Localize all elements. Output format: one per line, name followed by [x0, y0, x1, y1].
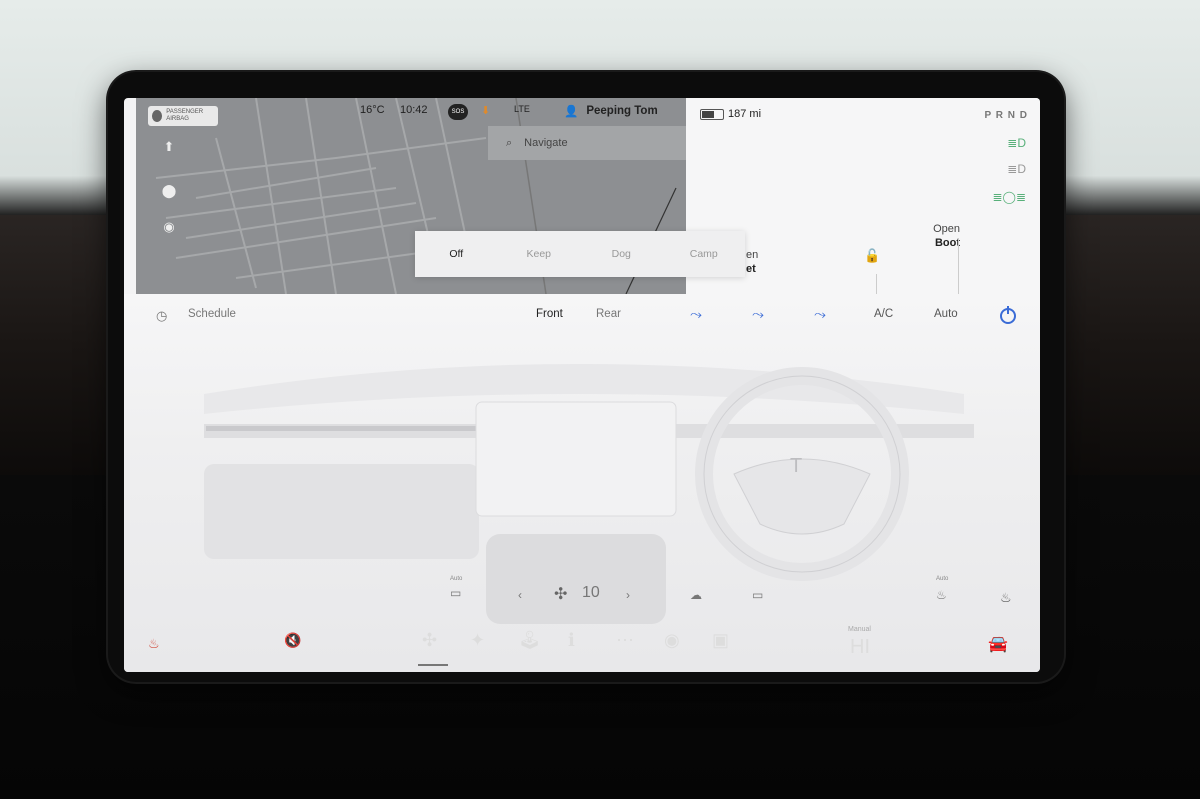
dashcam-app-icon[interactable]: ▣: [712, 630, 729, 651]
open-boot-line1: Open: [933, 223, 960, 235]
airflow-face-feet-icon[interactable]: ⤳: [752, 306, 764, 323]
headlight-icon[interactable]: ≣D: [1007, 136, 1026, 150]
navigate-placeholder: Navigate: [524, 137, 568, 149]
battery-icon: [700, 108, 724, 120]
fan-speed-value: 10: [582, 584, 600, 601]
fan-icon: ✣: [554, 586, 568, 603]
wheel-heat-auto-label: Auto: [936, 576, 949, 582]
signal-indicator: LTE: [514, 104, 530, 114]
temperature-readout: 16°C: [360, 104, 385, 116]
arcade-app-icon[interactable]: 🕹: [518, 630, 541, 651]
bottom-dock: 🔇 ✣ ✦ 🕹 ℹ ⋯ ◉ ▣ Manual HI 🚘: [124, 620, 1040, 680]
clock-icon[interactable]: ◷: [156, 308, 167, 324]
dashboard-left: [0, 215, 125, 475]
front-defrost-icon[interactable]: ☁: [690, 588, 702, 602]
keep-option-keep[interactable]: Keep: [498, 248, 581, 260]
fan-app-icon[interactable]: ✣: [422, 630, 437, 651]
battery-indicator: 187 mi: [700, 108, 761, 120]
map-settings-icon: ◉: [163, 219, 175, 234]
compass-button[interactable]: ⬆: [158, 136, 180, 158]
download-icon[interactable]: ⬇: [481, 104, 490, 117]
map-settings-button[interactable]: ◉: [158, 216, 180, 238]
car-icon[interactable]: 🚘: [988, 634, 1008, 654]
schedule-button[interactable]: Schedule: [188, 308, 236, 320]
touchscreen: PASSENGER AIRBAG ⬆ ⬤ ◉ 16°C 10:42 SOS ⬇ …: [124, 98, 1040, 672]
sos-button[interactable]: SOS: [448, 104, 468, 120]
unlock-icon[interactable]: 🔓: [864, 248, 880, 264]
driver-profile-button[interactable]: 👤 Peeping Tom: [564, 104, 658, 118]
keep-climate-selector: Off Keep Dog Camp: [415, 231, 745, 277]
svg-text:T: T: [790, 455, 802, 477]
climate-mode-label: Manual: [848, 626, 871, 633]
fan-increase-button[interactable]: ›: [626, 588, 630, 602]
passenger-seat-heater-icon[interactable]: ♨: [1000, 590, 1012, 606]
more-apps-icon[interactable]: ⋯: [616, 630, 634, 651]
search-icon: ⌕: [506, 136, 513, 149]
clock: 10:42: [400, 104, 428, 116]
fog-light-icon[interactable]: ≣D: [1007, 162, 1026, 176]
person-icon: 👤: [564, 106, 579, 118]
gear-indicator: P R N D: [984, 110, 1028, 121]
navigation-arrow-icon: ⬆: [163, 139, 175, 154]
ac-button[interactable]: A/C: [874, 308, 893, 320]
airbag-icon: [152, 110, 163, 122]
parking-light-icon[interactable]: ≣◯≣: [992, 190, 1026, 204]
toybox-app-icon[interactable]: ✦: [470, 630, 485, 651]
rear-defrost-icon[interactable]: ▭: [752, 588, 763, 602]
mute-volume-icon[interactable]: 🔇: [284, 632, 301, 649]
car-outline-left: [876, 274, 877, 294]
open-frunk-line2: et: [746, 263, 756, 275]
keep-option-camp[interactable]: Camp: [663, 248, 746, 260]
keep-option-dog[interactable]: Dog: [580, 248, 663, 260]
airflow-face-icon[interactable]: ⤳: [690, 306, 702, 323]
battery-range: 187 mi: [728, 108, 762, 120]
open-boot-line2: Boot: [934, 237, 960, 249]
active-app-indicator: [418, 664, 448, 666]
car-outline-right: [958, 238, 959, 294]
open-frunk-button[interactable]: en et: [746, 248, 758, 276]
fan-decrease-button[interactable]: ‹: [518, 588, 522, 602]
profile-name: Peeping Tom: [586, 105, 658, 117]
manual-app-icon[interactable]: ℹ: [568, 630, 575, 651]
navigate-search-box[interactable]: ⌕ Navigate: [488, 126, 686, 160]
airflow-feet-icon[interactable]: ⤳: [814, 306, 826, 323]
climate-panel: ◷ Schedule Front Rear ⤳ ⤳ ⤳ A/C Auto T ♨…: [124, 294, 1040, 672]
dashboard-right: [1060, 215, 1200, 475]
climate-power-icon[interactable]: [1000, 306, 1016, 324]
auto-button[interactable]: Auto: [934, 308, 958, 320]
windshield-defrost-icon[interactable]: ▭: [450, 586, 461, 600]
location-pin-button[interactable]: ⬤: [158, 180, 180, 202]
defrost-auto-label: Auto: [450, 576, 463, 582]
steering-wheel-heater-icon[interactable]: ♨: [936, 588, 947, 602]
location-pin-icon: ⬤: [161, 183, 177, 198]
airbag-indicator: PASSENGER AIRBAG: [148, 106, 218, 126]
rear-tab[interactable]: Rear: [596, 308, 621, 320]
front-tab[interactable]: Front: [536, 308, 563, 320]
airbag-label: PASSENGER AIRBAG: [166, 109, 204, 122]
open-frunk-line1: en: [746, 249, 759, 261]
camera-app-icon[interactable]: ◉: [664, 630, 680, 651]
open-boot-button[interactable]: Open Boot: [933, 222, 960, 250]
keep-option-off[interactable]: Off: [415, 248, 498, 260]
temperature-setting[interactable]: HI: [850, 637, 870, 657]
